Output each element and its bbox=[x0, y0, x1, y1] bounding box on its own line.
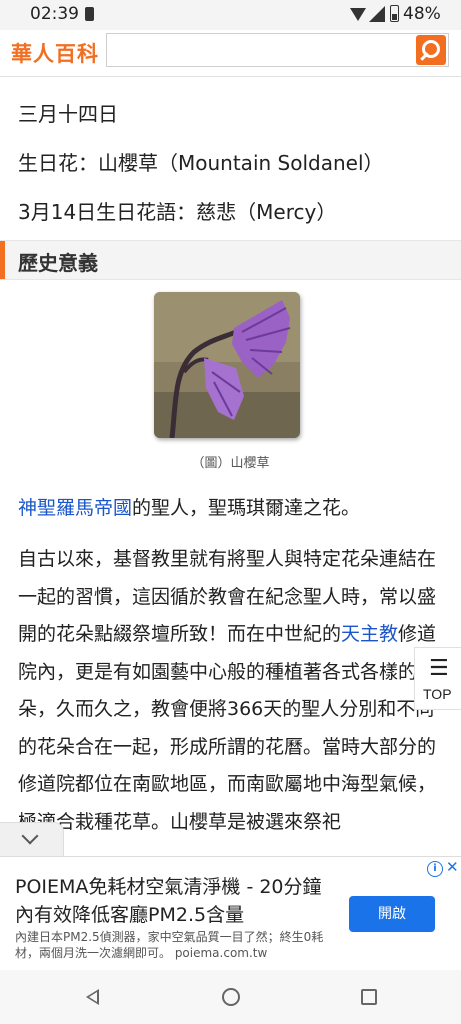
status-time: 02:39 bbox=[30, 4, 79, 24]
ad-description: 內建日本PM2.5偵測器，家中空氣品質一目了然；終生0耗材，兩個月洗一次濾網即可… bbox=[15, 930, 324, 960]
back-to-top-widget[interactable]: ☰ TOP bbox=[414, 647, 461, 710]
ad-open-button[interactable]: 開啟 bbox=[349, 896, 435, 932]
paragraph-history-text-2: 修道院內，更是有如園藝中心般的種植著各式各樣的花朵，久而久之，教會便將366天的… bbox=[18, 623, 437, 833]
section-heading: 歷史意義 bbox=[0, 240, 461, 280]
paragraph-intro-text: 的聖人，聖瑪琪爾達之花。 bbox=[132, 497, 361, 519]
back-icon[interactable] bbox=[86, 989, 99, 1005]
ad-info-icon[interactable]: i bbox=[427, 861, 443, 877]
battery-percent: 48% bbox=[403, 4, 441, 24]
image-caption: （圖）山櫻草 bbox=[191, 456, 270, 471]
date-text: 三月十四日 bbox=[18, 102, 118, 126]
notification-icon bbox=[85, 7, 94, 21]
ad-title[interactable]: POIEMA免耗材空氣清淨機 - 20分鐘內有效降低客廳PM2.5含量 bbox=[15, 873, 335, 929]
site-logo[interactable]: 華人百科 bbox=[11, 38, 99, 68]
chevron-down-icon bbox=[21, 827, 39, 845]
section-accent-bar bbox=[0, 241, 5, 279]
link-catholic[interactable]: 天主教 bbox=[341, 623, 398, 645]
search-input[interactable] bbox=[107, 34, 413, 66]
signal-icon bbox=[369, 6, 385, 22]
system-nav-bar bbox=[0, 970, 461, 1024]
top-button[interactable]: TOP bbox=[423, 686, 452, 702]
status-bar: 02:39 48% bbox=[0, 0, 461, 30]
paragraph-intro: 神聖羅馬帝國的聖人，聖瑪琪爾達之花。 bbox=[18, 490, 448, 528]
section-title: 歷史意義 bbox=[18, 251, 98, 275]
home-icon[interactable] bbox=[222, 988, 240, 1006]
site-header: 華人百科 bbox=[0, 30, 461, 77]
birth-flower-text: 生日花：山櫻草（Mountain Soldanel） bbox=[18, 151, 384, 175]
flower-language-text: 3月14日生日花語：慈悲（Mercy） bbox=[18, 200, 337, 224]
flower-image[interactable] bbox=[154, 292, 300, 438]
search-button[interactable] bbox=[416, 35, 446, 65]
search-box bbox=[106, 33, 449, 67]
ad-close-icon[interactable]: ✕ bbox=[446, 858, 459, 876]
wifi-icon bbox=[350, 8, 366, 21]
menu-icon[interactable]: ☰ bbox=[429, 656, 449, 681]
paragraph-history: 自古以來，基督教里就有將聖人與特定花朵連結在一起的習慣，這因循於教會在紀念聖人時… bbox=[18, 541, 448, 841]
collapse-ad-button[interactable] bbox=[0, 822, 64, 856]
battery-icon bbox=[390, 5, 399, 22]
recent-apps-icon[interactable] bbox=[361, 989, 377, 1005]
ad-banner[interactable]: i ✕ POIEMA免耗材空氣清淨機 - 20分鐘內有效降低客廳PM2.5含量 … bbox=[0, 856, 461, 970]
link-holy-roman-empire[interactable]: 神聖羅馬帝國 bbox=[18, 497, 132, 519]
